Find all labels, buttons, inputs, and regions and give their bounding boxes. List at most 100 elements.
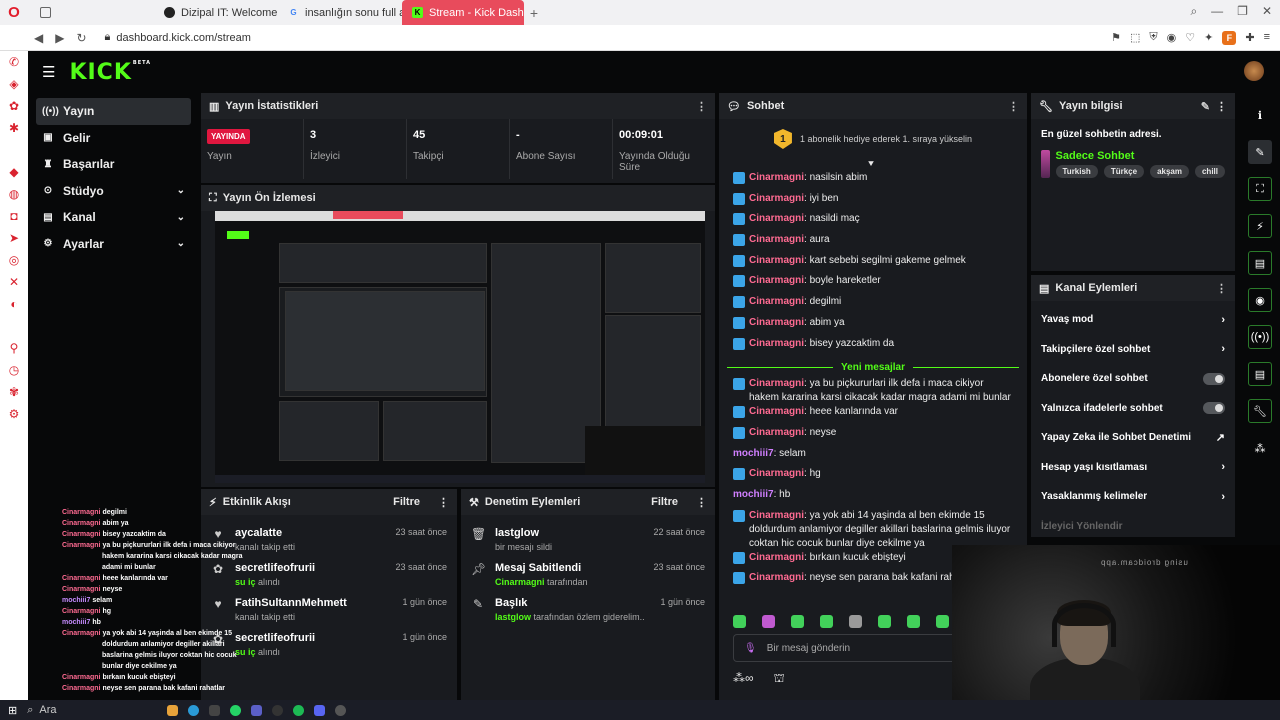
emotes-only-toggle[interactable] [1203, 402, 1225, 415]
explorer-icon[interactable] [167, 704, 179, 716]
preview-toggle-icon[interactable]: ⛶ [1248, 177, 1272, 201]
teams-icon[interactable] [251, 704, 263, 716]
action-slow-mode[interactable]: Yavaş mod › [1031, 305, 1235, 335]
edge-icon[interactable] [188, 704, 200, 716]
snapshot-icon[interactable]: ⬚ [1130, 31, 1140, 45]
nav-item-studyo[interactable]: ⊙ Stüdyo ⌄ [36, 178, 191, 205]
more-icon[interactable]: ⋮ [696, 100, 707, 113]
feed-user[interactable]: aycalatte [235, 527, 385, 539]
notes-icon[interactable]: ▤ [1248, 251, 1272, 275]
mod-actor[interactable]: lastglow [495, 612, 531, 622]
chat-user[interactable]: Cinarmagni [749, 317, 804, 328]
chat-user[interactable]: Cinarmagni [749, 406, 804, 417]
chat-user[interactable]: Cinarmagni [749, 234, 804, 245]
emote-icon[interactable] [907, 615, 920, 628]
music-icon[interactable]: ✱ [9, 121, 19, 135]
community-icon[interactable]: ⁂ [1248, 436, 1272, 460]
emote-icon[interactable] [936, 615, 949, 628]
actions-toggle-icon[interactable]: ▤ [1248, 362, 1272, 386]
chat-user[interactable]: Cinarmagni [749, 510, 804, 521]
gift-notice[interactable]: 1 1 abonelik hediye ederek 1. sıraya yüks… [719, 119, 1027, 159]
reload-icon[interactable]: ↻ [76, 31, 86, 45]
discord-icon[interactable] [314, 704, 326, 716]
search-icon[interactable]: ⌕ [1190, 4, 1197, 19]
scroll-down-icon[interactable]: ⯆ [867, 159, 875, 170]
browser-tab-1[interactable]: Dizipal IT: Welcome to Di [154, 0, 278, 25]
chat-user[interactable]: mochiii7 [733, 489, 774, 500]
points-icon[interactable]: ⁂∞ [733, 671, 754, 687]
aria-icon[interactable]: ✿ [9, 99, 19, 113]
mod-actor[interactable]: Cinarmagni [495, 577, 545, 587]
emote-icon[interactable] [733, 615, 746, 628]
browser-tab-0[interactable] [30, 0, 154, 25]
pin-icon[interactable]: ⚲ [10, 341, 19, 355]
telegram-icon[interactable]: ➤ [9, 231, 19, 245]
nav-item-gelir[interactable]: ▣ Gelir [36, 125, 191, 152]
chat-input[interactable]: 🎙︎ Bir mesaj gönderin [733, 634, 963, 662]
broadcast-icon[interactable]: ((•)) [1248, 325, 1272, 349]
feed-user[interactable]: secretlifeofrurii [235, 632, 392, 644]
minimize-icon[interactable]: — [1211, 4, 1223, 19]
more-icon[interactable]: ⋮ [438, 496, 449, 509]
action-followers-only[interactable]: Takipçilere özel sohbet › [1031, 335, 1235, 365]
chat-user[interactable]: Cinarmagni [749, 338, 804, 349]
more-icon[interactable]: ⋮ [1216, 100, 1227, 113]
category-name[interactable]: Sadece Sohbet [1056, 150, 1225, 162]
spotify-icon[interactable] [293, 704, 305, 716]
chat-user[interactable]: Cinarmagni [749, 378, 804, 389]
emote-icon[interactable] [791, 615, 804, 628]
nav-item-kanal[interactable]: ▤ Kanal ⌄ [36, 204, 191, 231]
nav-item-basarilar[interactable]: ♜ Başarılar [36, 151, 191, 178]
chat-user[interactable]: Cinarmagni [749, 255, 804, 266]
messenger-icon[interactable]: ◈ [9, 77, 18, 91]
bookmark-icon[interactable]: ⚑ [1111, 31, 1121, 45]
nav-item-ayarlar[interactable]: ⚙ Ayarlar ⌄ [36, 231, 191, 258]
extensions-icon[interactable]: ✾ [9, 385, 19, 399]
kick-logo[interactable]: KICKBETA [69, 60, 151, 85]
profile-icon[interactable]: F [1222, 31, 1237, 45]
new-tab-icon[interactable]: + [524, 5, 544, 21]
history-icon[interactable]: ◷ [9, 363, 19, 377]
obs-icon[interactable] [272, 704, 284, 716]
flow-icon[interactable]: ◆ [9, 165, 18, 179]
menu-icon[interactable]: ≡ [1264, 31, 1270, 45]
close-icon[interactable]: ✕ [1262, 4, 1272, 19]
heart-icon[interactable]: ♡ [1185, 31, 1195, 45]
chat-user[interactable]: Cinarmagni [749, 468, 804, 479]
extension-icon[interactable]: ✦ [1204, 31, 1213, 45]
hamburger-menu-icon[interactable]: ☰ [42, 63, 55, 81]
chat-user[interactable]: Cinarmagni [749, 172, 804, 183]
lightning-icon[interactable]: ⚡︎ [1248, 214, 1272, 238]
opera-icon[interactable] [209, 704, 221, 716]
stream-preview-video[interactable] [215, 211, 705, 483]
chat-user[interactable]: Cinarmagni [749, 193, 804, 204]
edit-icon[interactable]: ✎ [1201, 100, 1210, 113]
chat-user[interactable]: Cinarmagni [749, 552, 804, 563]
x-icon[interactable]: ✕ [9, 275, 19, 289]
twitch-icon[interactable]: ◘ [10, 209, 17, 223]
action-raid[interactable]: İzleyici Yönlendir [1031, 512, 1235, 542]
more-icon[interactable]: ⋮ [1008, 100, 1019, 113]
vk-icon[interactable]: ◍ [9, 187, 19, 201]
shield-icon[interactable]: ⛨ [1149, 31, 1157, 45]
feed-filter-button[interactable]: Filtre [393, 496, 420, 508]
feed-user[interactable]: FatihSultannMehmett [235, 597, 392, 609]
taskbar-search[interactable]: ⌕ Ara [27, 704, 157, 717]
moderation-filter-button[interactable]: Filtre [651, 496, 678, 508]
action-account-age[interactable]: Hesap yaşı kısıtlaması › [1031, 453, 1235, 483]
action-banned-words[interactable]: Yasaklanmış kelimeler › [1031, 482, 1235, 512]
edit-info-icon[interactable]: ✎ [1248, 140, 1272, 164]
maximize-icon[interactable]: ❐ [1237, 4, 1248, 19]
instagram-icon[interactable]: ◎ [9, 253, 19, 267]
nav-item-yayin[interactable]: ((•)) Yayın [36, 98, 191, 125]
back-icon[interactable]: ◀ [34, 31, 43, 45]
emote-icon[interactable] [762, 615, 775, 628]
more-icon[interactable]: ⋮ [696, 496, 707, 509]
whatsapp-icon[interactable]: ✆ [9, 55, 19, 69]
emote-icon[interactable] [878, 615, 891, 628]
settings-icon[interactable]: ⚙ [9, 407, 20, 421]
windows-start-icon[interactable]: ⊞ [8, 704, 17, 717]
mod-user[interactable]: lastglow [495, 527, 643, 539]
tag[interactable]: akşam [1150, 165, 1189, 178]
discord-icon[interactable]: ◐ [10, 297, 17, 311]
